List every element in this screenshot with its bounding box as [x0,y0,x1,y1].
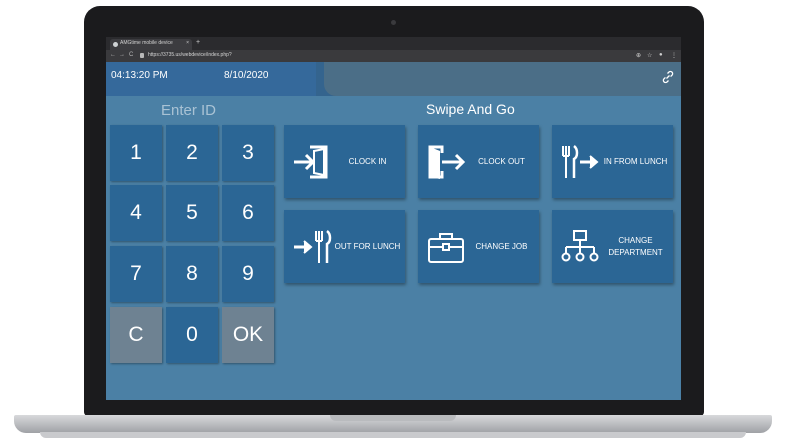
key-8[interactable]: 8 [166,246,218,302]
in-from-lunch-label: IN FROM LUNCH [603,156,668,166]
browser-tab[interactable]: AMGtime mobile device × [110,39,192,50]
key-1[interactable]: 1 [110,125,162,181]
change-department-label: CHANGE DEPARTMENT [608,235,663,257]
key-6[interactable]: 6 [222,185,274,241]
browser-tabbar: AMGtime mobile device × + [106,37,681,50]
key-2[interactable]: 2 [166,125,218,181]
clock-bar: 04:13:20 PM 8/10/2020 [106,62,316,96]
favicon-icon [113,42,118,47]
in-from-lunch-button[interactable]: IN FROM LUNCH [552,125,673,198]
org-chart-icon [561,230,599,262]
app-area: 04:13:20 PM 8/10/2020 Enter ID Swipe And… [106,62,681,400]
link-icon[interactable] [661,70,675,87]
forward-icon[interactable]: → [119,52,125,58]
laptop-shadow [40,432,746,438]
clock-out-button[interactable]: CLOCK OUT [418,125,539,198]
camera [391,20,396,25]
profile-icon[interactable]: ● [659,52,663,58]
in-from-lunch-icon [562,145,599,178]
header-right [316,62,681,96]
out-for-lunch-button[interactable]: OUT FOR LUNCH [284,210,405,283]
enter-id-title: Enter ID [161,102,217,119]
new-tab-button[interactable]: + [196,39,200,46]
current-date: 8/10/2020 [224,70,269,81]
clock-out-icon [428,145,466,179]
briefcase-icon [428,233,464,263]
change-job-button[interactable]: CHANGE JOB [418,210,539,283]
laptop-notch [330,415,456,421]
bookmark-star-icon[interactable]: ☆ [647,52,652,59]
key-4[interactable]: 4 [110,185,162,241]
change-job-label: CHANGE JOB [475,241,528,251]
change-department-button[interactable]: CHANGE DEPARTMENT [552,210,673,283]
tab-title: AMGtime mobile device [120,40,173,46]
clock-out-label: CLOCK OUT [478,156,525,166]
key-7[interactable]: 7 [110,246,162,302]
tab-close-icon[interactable]: × [186,40,189,46]
header-panel [324,62,681,96]
key-5[interactable]: 5 [166,185,218,241]
swipe-title: Swipe And Go [426,101,515,117]
lock-icon [140,53,144,58]
address-bar: ← → C https://3735.us/webdevice/index.ph… [106,50,681,62]
reload-icon[interactable]: C [129,52,133,58]
key-9[interactable]: 9 [222,246,274,302]
key-clear[interactable]: C [110,307,162,363]
clock-in-icon [294,145,328,179]
clock-in-button[interactable]: CLOCK IN [284,125,405,198]
back-icon[interactable]: ← [110,52,116,58]
clock-in-label: CLOCK IN [348,156,387,166]
extension-icon[interactable]: ⊕ [636,52,641,59]
screen: AMGtime mobile device × + ← → C https://… [106,37,681,400]
key-ok[interactable]: OK [222,307,274,363]
out-for-lunch-label: OUT FOR LUNCH [334,241,401,251]
key-3[interactable]: 3 [222,125,274,181]
menu-dots-icon[interactable]: ⋮ [671,52,677,59]
out-for-lunch-icon [294,230,332,263]
key-0[interactable]: 0 [166,307,218,363]
url-field[interactable]: https://3735.us/webdevice/index.php? [148,52,232,58]
current-time: 04:13:20 PM [111,70,168,81]
